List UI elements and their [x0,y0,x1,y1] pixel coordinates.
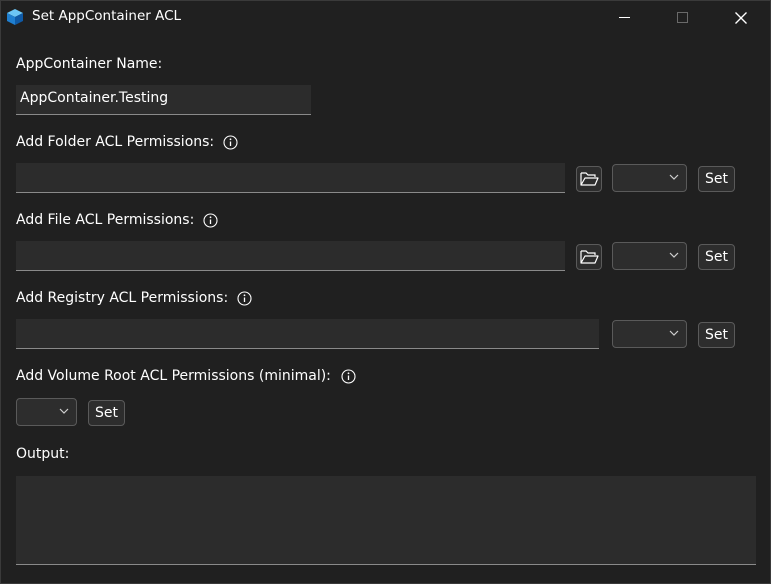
volume-acl-label: Add Volume Root ACL Permissions (minimal… [16,368,331,384]
chevron-down-icon [669,252,679,258]
folder-browse-button[interactable] [576,166,602,192]
chevron-down-icon [59,408,69,414]
appcontainer-name-input[interactable]: AppContainer.Testing [16,85,311,115]
minimize-icon [619,17,630,18]
volume-acl-info-icon[interactable] [341,369,356,384]
set-appcontainer-acl-window: Set AppContainer ACL AppContainer Name: … [0,0,771,584]
close-icon [735,12,747,24]
maximize-button[interactable] [659,1,705,33]
chevron-down-icon [669,174,679,180]
file-permission-dropdown[interactable] [612,242,687,270]
output-textbox[interactable] [16,476,756,565]
registry-acl-info-icon[interactable] [237,291,252,306]
appcontainer-name-label: AppContainer Name: [16,56,163,72]
close-button[interactable] [717,1,763,33]
folder-open-icon [580,172,599,186]
folder-open-icon [580,250,599,264]
chevron-down-icon [669,330,679,336]
folder-set-button[interactable]: Set [698,166,735,192]
registry-set-button[interactable]: Set [698,322,735,348]
file-path-input[interactable] [16,241,565,271]
registry-path-input[interactable] [16,319,599,349]
file-browse-button[interactable] [576,244,602,270]
file-set-button[interactable]: Set [698,244,735,270]
file-acl-info-icon[interactable] [203,213,218,228]
appcontainer-cube-icon [6,8,24,26]
title-bar[interactable]: Set AppContainer ACL [1,1,770,33]
file-acl-label: Add File ACL Permissions: [16,212,195,228]
registry-acl-label: Add Registry ACL Permissions: [16,290,229,306]
registry-permission-dropdown[interactable] [612,320,687,348]
minimize-button[interactable] [601,1,647,33]
volume-set-button[interactable]: Set [88,400,125,426]
maximize-icon [677,12,688,23]
volume-permission-dropdown[interactable] [16,398,77,426]
folder-permission-dropdown[interactable] [612,164,687,192]
folder-acl-label: Add Folder ACL Permissions: [16,134,215,150]
window-title: Set AppContainer ACL [32,8,182,24]
folder-acl-info-icon[interactable] [223,135,238,150]
output-label: Output: [16,446,70,462]
folder-path-input[interactable] [16,163,565,193]
